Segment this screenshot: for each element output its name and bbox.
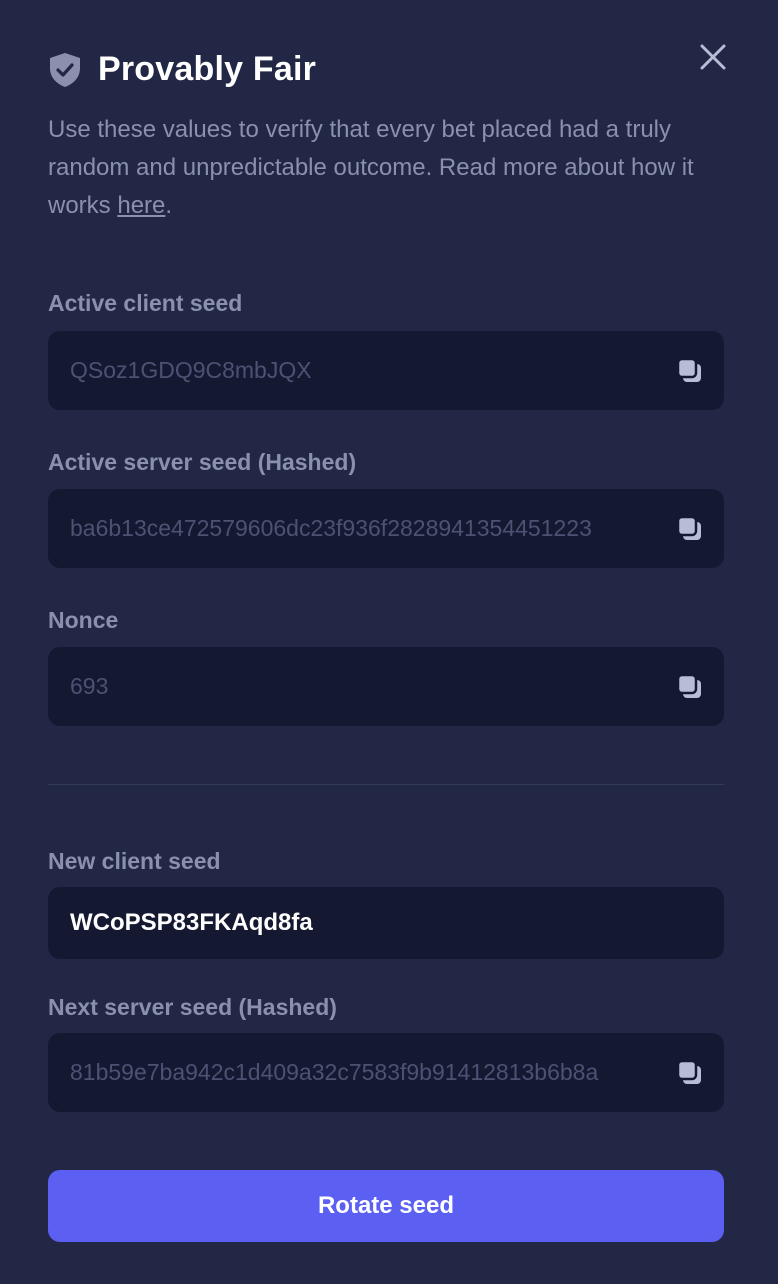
description-period: . [165, 192, 173, 219]
provably-fair-modal: Provably Fair Use these values to verify… [0, 0, 778, 1284]
copy-icon[interactable] [676, 357, 704, 385]
copy-icon[interactable] [676, 515, 704, 543]
next-server-seed-label: Next server seed (Hashed) [48, 994, 337, 1020]
modal-title: Provably Fair [98, 50, 317, 88]
shield-check-icon [50, 52, 80, 87]
nonce-label: Nonce [48, 607, 119, 633]
next-server-seed-value: 81b59e7ba942c1d409a32c7583f9b91412813b6b… [70, 1059, 599, 1085]
rotate-seed-button[interactable]: Rotate seed [48, 1170, 724, 1242]
description: Use these values to verify that every be… [48, 111, 738, 225]
active-client-seed-field: QSoz1GDQ9C8mbJQX [48, 331, 724, 410]
active-server-seed-field: ba6b13ce472579606dc23f936f28289413544512… [48, 489, 724, 568]
modal-header: Provably Fair [48, 50, 316, 89]
nonce-field: 693 [48, 647, 724, 726]
new-client-seed-label: New client seed [48, 848, 221, 874]
active-server-seed-label: Active server seed (Hashed) [48, 449, 357, 475]
copy-icon[interactable] [676, 673, 704, 701]
nonce-value: 693 [70, 673, 109, 699]
next-server-seed-field: 81b59e7ba942c1d409a32c7583f9b91412813b6b… [48, 1033, 724, 1112]
section-divider [48, 784, 724, 785]
copy-icon[interactable] [676, 1059, 704, 1087]
active-client-seed-label: Active client seed [48, 290, 243, 316]
active-server-seed-value: ba6b13ce472579606dc23f936f28289413544512… [70, 515, 592, 541]
close-icon[interactable] [698, 42, 728, 72]
active-client-seed-value: QSoz1GDQ9C8mbJQX [70, 357, 312, 383]
new-client-seed-input[interactable] [48, 887, 724, 959]
read-more-link[interactable]: here [117, 192, 165, 219]
